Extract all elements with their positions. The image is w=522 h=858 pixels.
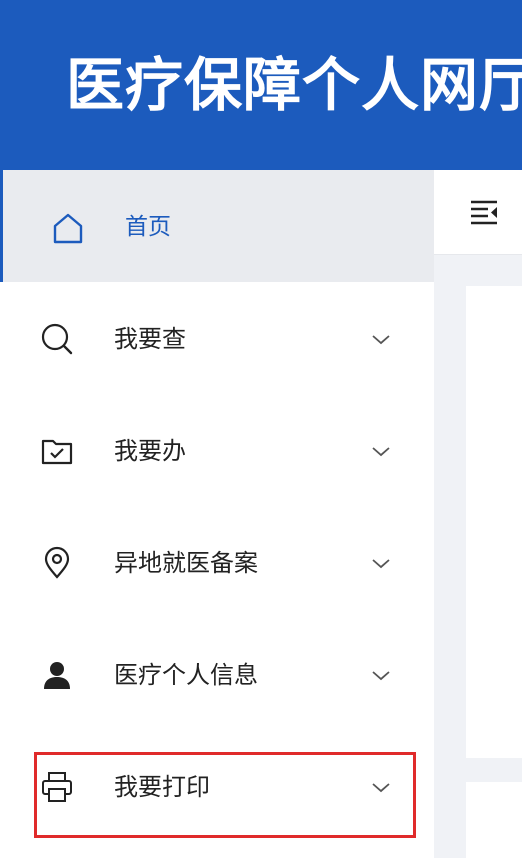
content-toolbar [434, 170, 522, 255]
sidebar-item-query[interactable]: 我要查 [0, 282, 434, 394]
sidebar-item-handle[interactable]: 我要办 [0, 394, 434, 506]
chevron-down-icon[interactable] [370, 668, 392, 682]
app-title: 医疗保障个人网厅 [66, 51, 522, 119]
chevron-down-icon[interactable] [370, 332, 392, 346]
sidebar: 首页 我要查 我要办 异地就医备案 医疗个人信息 我要打印 [0, 170, 434, 858]
app-header: 医疗保障个人网厅 [0, 0, 522, 170]
chevron-down-icon[interactable] [370, 444, 392, 458]
app-window: 医疗保障个人网厅 首页 我要查 我要办 异地就医备案 医疗个人信息 我要打印 [0, 0, 522, 858]
sidebar-item-label: 我要办 [114, 437, 186, 465]
sidebar-item-label: 我要查 [114, 325, 186, 353]
chevron-down-icon[interactable] [370, 556, 392, 570]
user-icon [40, 658, 74, 692]
home-icon [50, 210, 86, 246]
search-icon [40, 322, 74, 356]
sidebar-item-remote-filing[interactable]: 异地就医备案 [0, 506, 434, 618]
menu-collapse-icon[interactable] [468, 196, 500, 228]
location-pin-icon [40, 546, 74, 580]
content-card [466, 286, 522, 758]
folder-check-icon [40, 434, 74, 468]
sidebar-item-label: 医疗个人信息 [114, 661, 258, 689]
sidebar-item-label: 首页 [125, 214, 171, 240]
sidebar-item-home[interactable]: 首页 [0, 170, 434, 282]
content-card [466, 782, 522, 858]
sidebar-item-personal-info[interactable]: 医疗个人信息 [0, 618, 434, 730]
sidebar-item-label: 异地就医备案 [114, 549, 258, 577]
highlight-annotation-box [34, 752, 416, 838]
